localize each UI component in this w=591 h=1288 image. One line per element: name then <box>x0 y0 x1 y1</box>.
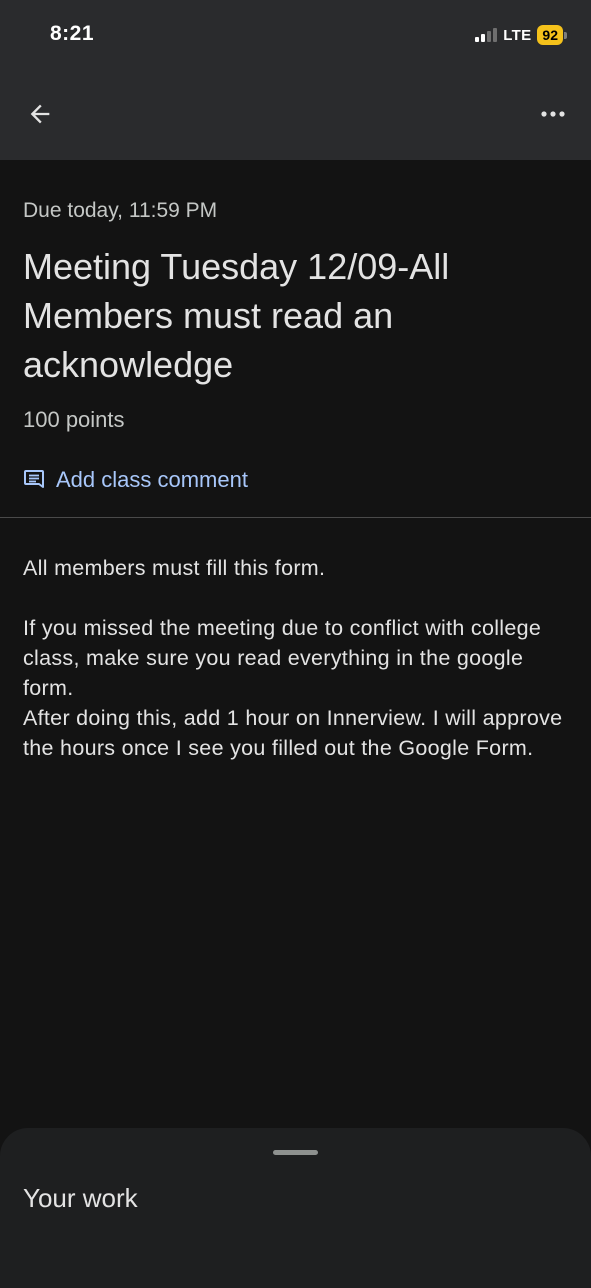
battery-level: 92 <box>537 25 563 45</box>
drag-handle[interactable] <box>273 1150 318 1155</box>
battery-icon: 92 <box>537 25 567 45</box>
due-date: Due today, 11:59 PM <box>23 199 218 222</box>
add-class-comment-button[interactable]: Add class comment <box>22 467 248 493</box>
arrow-left-icon <box>30 104 50 124</box>
more-horizontal-icon <box>541 111 565 117</box>
add-class-comment-label: Add class comment <box>56 467 248 492</box>
status-indicators: LTE 92 <box>475 24 567 46</box>
status-time: 8:21 <box>50 22 95 45</box>
your-work-title: Your work <box>23 1183 138 1213</box>
more-options-button[interactable] <box>535 96 571 132</box>
cellular-signal-icon <box>475 28 498 42</box>
network-type: LTE <box>503 26 532 44</box>
top-app-bar: 8:21 LTE 92 <box>0 0 591 160</box>
assignment-description: All members must fill this form. If you … <box>23 556 563 760</box>
comment-icon <box>24 470 44 488</box>
your-work-sheet[interactable]: Your work <box>0 1128 591 1288</box>
assignment-title: Meeting Tuesday 12/09-All Members must r… <box>23 246 450 385</box>
back-button[interactable] <box>22 96 58 132</box>
divider <box>0 517 591 518</box>
assignment-points: 100 points <box>23 407 125 432</box>
